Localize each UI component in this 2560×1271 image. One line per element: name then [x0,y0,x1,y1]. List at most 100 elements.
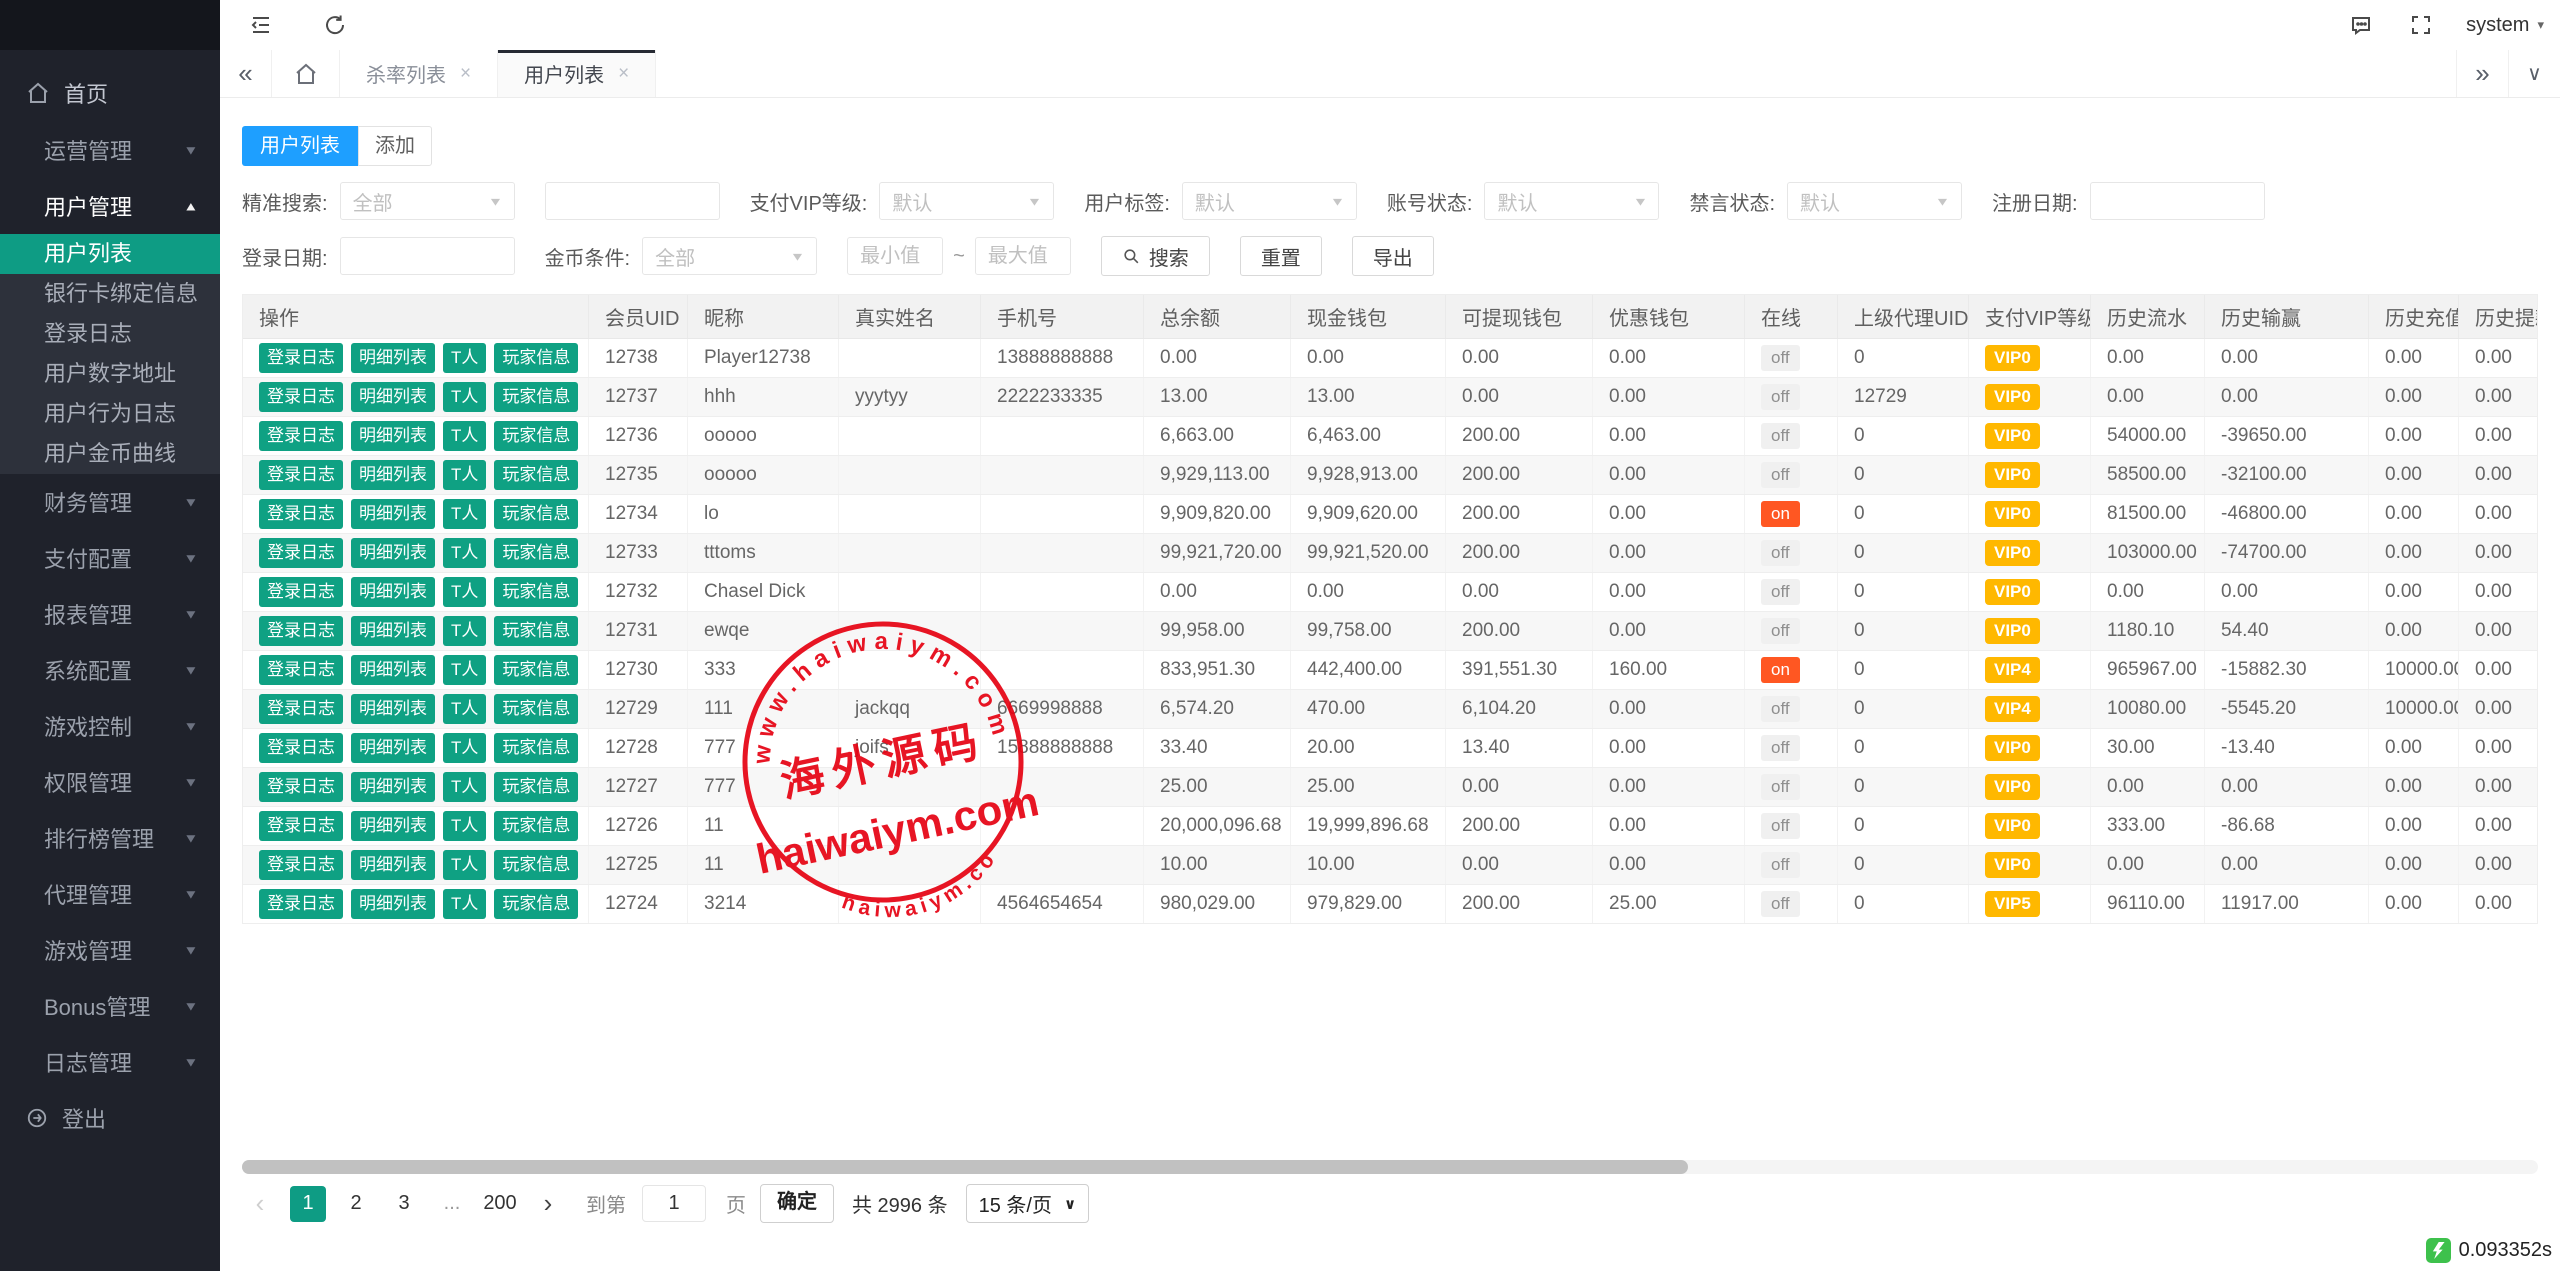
add-button[interactable]: 添加 [358,126,432,166]
action-button-T人[interactable]: T人 [443,772,486,802]
sidebar-item-用户金币曲线[interactable]: 用户金币曲线 [0,434,220,474]
action-button-玩家信息[interactable]: 玩家信息 [494,616,578,646]
prev-page-icon[interactable]: ‹ [242,1186,278,1222]
precise-search-input[interactable] [545,182,720,220]
page-button-1[interactable]: 1 [290,1186,326,1222]
fullscreen-icon[interactable] [2406,10,2436,40]
action-button-明细列表[interactable]: 明细列表 [351,421,435,451]
message-icon[interactable] [2346,10,2376,40]
reset-button[interactable]: 重置 [1240,236,1322,276]
action-button-T人[interactable]: T人 [443,889,486,919]
action-button-T人[interactable]: T人 [443,460,486,490]
sidebar-item-home[interactable]: 首页 [0,64,220,122]
action-button-T人[interactable]: T人 [443,811,486,841]
action-button-明细列表[interactable]: 明细列表 [351,616,435,646]
action-button-玩家信息[interactable]: 玩家信息 [494,889,578,919]
sidebar-item-用户数字地址[interactable]: 用户数字地址 [0,354,220,394]
action-button-登录日志[interactable]: 登录日志 [259,694,343,724]
action-button-T人[interactable]: T人 [443,343,486,373]
export-button[interactable]: 导出 [1352,236,1434,276]
page-size-select[interactable]: 15 条/页 ∨ [966,1184,1090,1223]
action-button-玩家信息[interactable]: 玩家信息 [494,850,578,880]
action-button-登录日志[interactable]: 登录日志 [259,382,343,412]
action-button-T人[interactable]: T人 [443,538,486,568]
close-icon[interactable]: × [618,63,629,85]
action-button-T人[interactable]: T人 [443,733,486,763]
tabs-scroll-right-icon[interactable]: » [2456,50,2508,97]
sidebar-group-财务管理[interactable]: 财务管理▼ [0,474,220,530]
sidebar-group-日志管理[interactable]: 日志管理▼ [0,1034,220,1090]
confirm-button[interactable]: 确定 [760,1184,834,1223]
action-button-玩家信息[interactable]: 玩家信息 [494,421,578,451]
sidebar-item-用户列表[interactable]: 用户列表 [0,234,220,274]
action-button-T人[interactable]: T人 [443,694,486,724]
tab-kill-rate-list[interactable]: 杀率列表 × [340,50,498,97]
jump-page-input[interactable] [642,1185,706,1222]
action-button-明细列表[interactable]: 明细列表 [351,889,435,919]
action-button-登录日志[interactable]: 登录日志 [259,499,343,529]
action-button-玩家信息[interactable]: 玩家信息 [494,343,578,373]
sidebar-group-用户管理[interactable]: 用户管理▲ [0,178,220,234]
action-button-明细列表[interactable]: 明细列表 [351,655,435,685]
action-button-玩家信息[interactable]: 玩家信息 [494,382,578,412]
action-button-玩家信息[interactable]: 玩家信息 [494,460,578,490]
action-button-明细列表[interactable]: 明细列表 [351,850,435,880]
close-icon[interactable]: × [460,63,471,85]
user-list-button[interactable]: 用户列表 [242,126,358,166]
action-button-T人[interactable]: T人 [443,616,486,646]
action-button-明细列表[interactable]: 明细列表 [351,343,435,373]
action-button-明细列表[interactable]: 明细列表 [351,733,435,763]
collapse-sidebar-icon[interactable] [246,10,276,40]
action-button-登录日志[interactable]: 登录日志 [259,460,343,490]
action-button-登录日志[interactable]: 登录日志 [259,811,343,841]
action-button-明细列表[interactable]: 明细列表 [351,382,435,412]
action-button-玩家信息[interactable]: 玩家信息 [494,577,578,607]
sidebar-group-游戏控制[interactable]: 游戏控制▼ [0,698,220,754]
action-button-登录日志[interactable]: 登录日志 [259,655,343,685]
tab-user-list[interactable]: 用户列表 × [498,50,656,97]
sidebar-item-登录日志[interactable]: 登录日志 [0,314,220,354]
page-button-200[interactable]: 200 [482,1186,518,1222]
vip-level-select[interactable]: 默认 ▼ [879,182,1054,220]
search-button[interactable]: 搜索 [1101,236,1210,276]
action-button-登录日志[interactable]: 登录日志 [259,616,343,646]
user-menu[interactable]: system ▾ [2466,14,2544,37]
coin-condition-select[interactable]: 全部 ▼ [642,237,817,275]
next-page-icon[interactable]: › [530,1186,566,1222]
sidebar-group-权限管理[interactable]: 权限管理▼ [0,754,220,810]
sidebar-group-Bonus管理[interactable]: Bonus管理▼ [0,978,220,1034]
action-button-T人[interactable]: T人 [443,499,486,529]
action-button-明细列表[interactable]: 明细列表 [351,577,435,607]
register-date-input[interactable] [2090,182,2265,220]
sidebar-item-logout[interactable]: 登出 [0,1090,220,1146]
action-button-明细列表[interactable]: 明细列表 [351,460,435,490]
action-button-登录日志[interactable]: 登录日志 [259,850,343,880]
sidebar-item-用户行为日志[interactable]: 用户行为日志 [0,394,220,434]
action-button-明细列表[interactable]: 明细列表 [351,772,435,802]
sidebar-item-银行卡绑定信息[interactable]: 银行卡绑定信息 [0,274,220,314]
action-button-登录日志[interactable]: 登录日志 [259,421,343,451]
coin-max-input[interactable] [975,237,1071,275]
refresh-icon[interactable] [320,10,350,40]
action-button-登录日志[interactable]: 登录日志 [259,772,343,802]
sidebar-group-游戏管理[interactable]: 游戏管理▼ [0,922,220,978]
action-button-登录日志[interactable]: 登录日志 [259,733,343,763]
page-button-2[interactable]: 2 [338,1186,374,1222]
action-button-登录日志[interactable]: 登录日志 [259,343,343,373]
action-button-T人[interactable]: T人 [443,577,486,607]
sidebar-group-运营管理[interactable]: 运营管理▼ [0,122,220,178]
action-button-登录日志[interactable]: 登录日志 [259,889,343,919]
action-button-明细列表[interactable]: 明细列表 [351,499,435,529]
tabs-scroll-left-icon[interactable]: « [220,50,272,97]
action-button-玩家信息[interactable]: 玩家信息 [494,655,578,685]
sidebar-group-代理管理[interactable]: 代理管理▼ [0,866,220,922]
action-button-玩家信息[interactable]: 玩家信息 [494,772,578,802]
action-button-明细列表[interactable]: 明细列表 [351,538,435,568]
action-button-玩家信息[interactable]: 玩家信息 [494,538,578,568]
tabs-menu-icon[interactable]: ∨ [2508,50,2560,97]
action-button-T人[interactable]: T人 [443,655,486,685]
page-button-3[interactable]: 3 [386,1186,422,1222]
sidebar-group-报表管理[interactable]: 报表管理▼ [0,586,220,642]
action-button-玩家信息[interactable]: 玩家信息 [494,694,578,724]
sidebar-group-排行榜管理[interactable]: 排行榜管理▼ [0,810,220,866]
